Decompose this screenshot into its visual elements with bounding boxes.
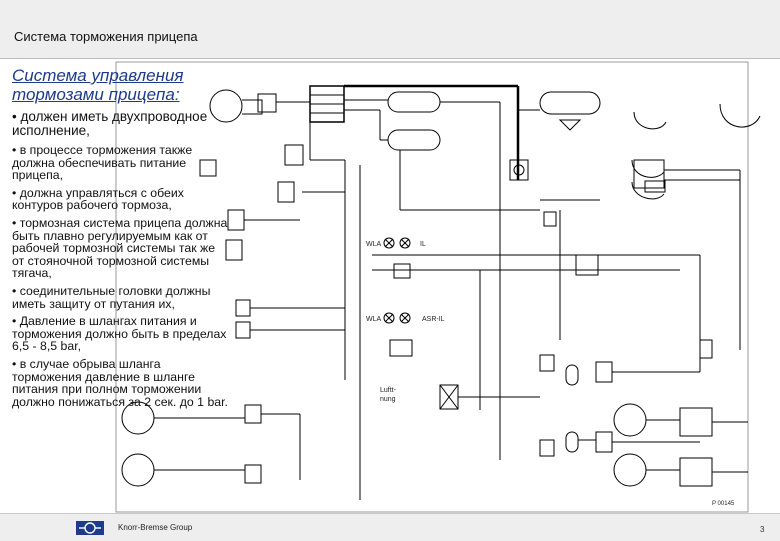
label-lufttrocknung-2: nung	[380, 396, 396, 403]
section-heading: Система управления тормозами прицепа:	[12, 66, 342, 104]
header-bar: Система торможения прицепа	[0, 0, 780, 58]
bullet-6: • Давление в шлангах питания и торможени…	[12, 314, 227, 354]
page-number: 3	[760, 525, 765, 534]
slide-text-block: Система управления тормозами прицепа: • …	[12, 66, 342, 413]
label-wla-1: WLA	[366, 241, 382, 248]
label-wla-2: WLA	[366, 316, 382, 323]
label-lufttrocknung-1: Luftt-	[380, 387, 397, 394]
bullet-4: • тормозная система прицепа должна быть …	[12, 215, 228, 281]
bullet-5: • соединительные головки должны иметь за…	[12, 283, 211, 311]
label-il: IL	[420, 241, 426, 248]
label-asr-il: ASR-IL	[422, 316, 445, 323]
heading-line-1: Система управления	[12, 66, 184, 85]
footer-bar: Knorr-Bremse Group 3	[0, 513, 780, 541]
bullet-3: • должна управляться с обеих контуров ра…	[12, 185, 184, 213]
air-reservoir-1	[387, 91, 441, 113]
footer-company: Knorr-Bremse Group	[118, 523, 193, 532]
slide-title: Система торможения прицепа	[14, 29, 198, 44]
knorr-bremse-logo-icon	[76, 521, 104, 535]
bullet-2: • в процессе торможения также должна обе…	[12, 143, 193, 183]
figure-id: P 00145	[712, 501, 735, 507]
bullet-7: • в случае обрыва шланга торможения давл…	[12, 356, 228, 409]
heading-line-2: тормозами прицепа:	[12, 85, 180, 104]
bullet-1: • должен иметь двухпроводное исполнение,	[12, 109, 208, 138]
air-reservoir-2	[387, 129, 441, 151]
air-reservoir-3	[539, 91, 601, 115]
